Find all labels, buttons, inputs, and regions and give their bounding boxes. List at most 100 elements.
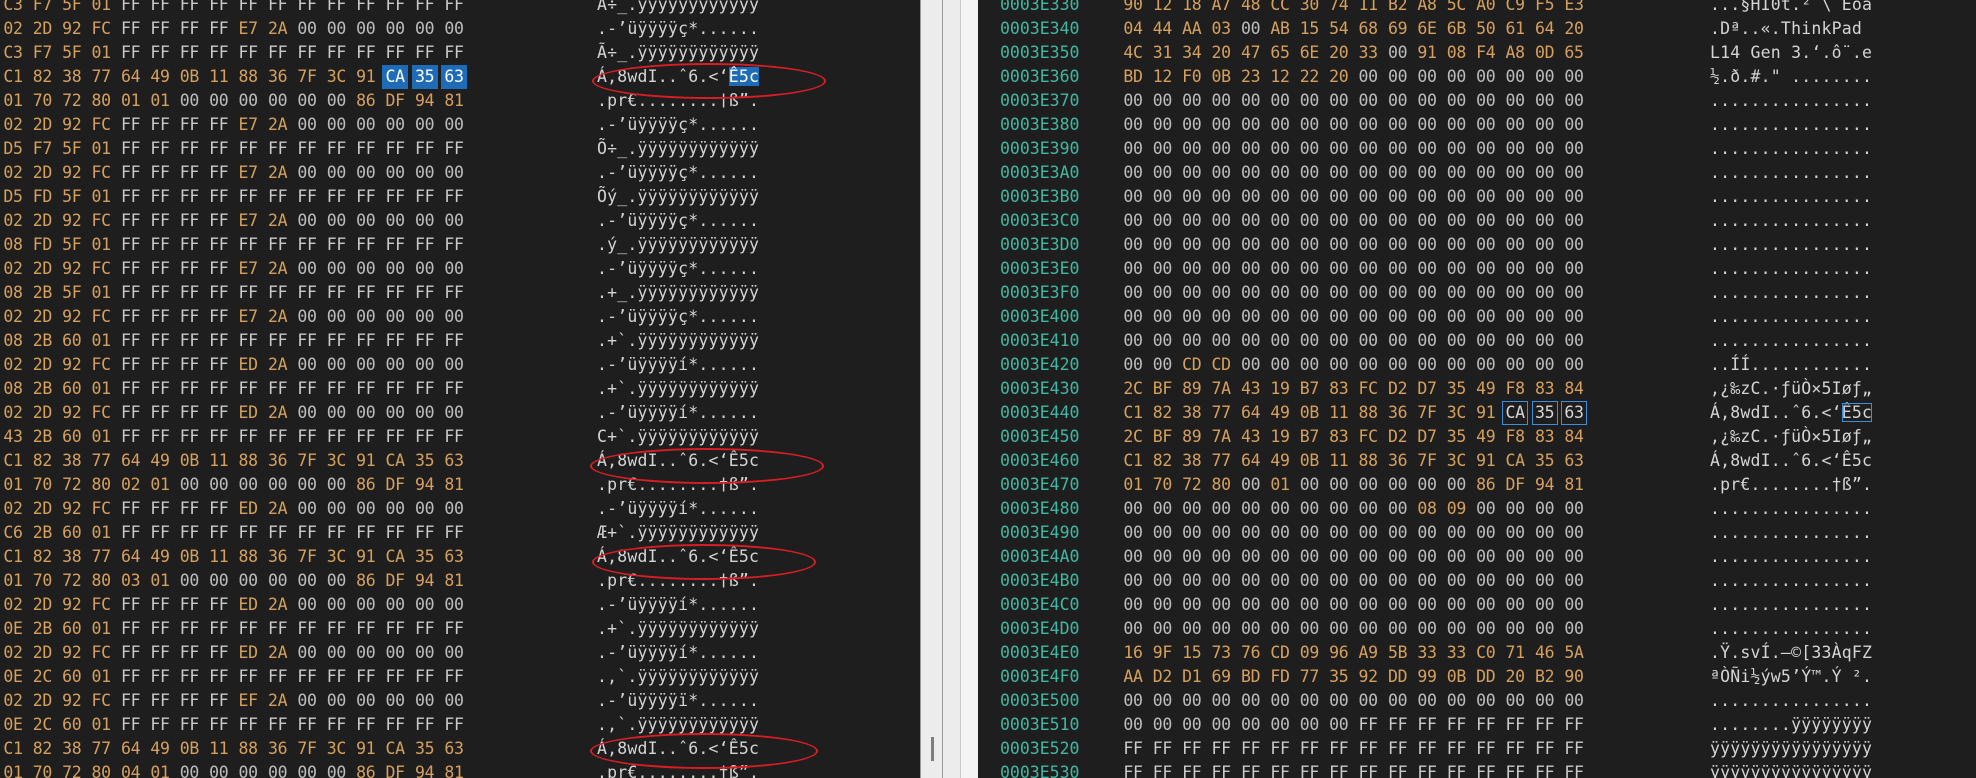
hex-byte[interactable]: 00 (353, 689, 379, 713)
hex-byte[interactable]: 00 (323, 689, 349, 713)
hex-byte[interactable]: 00 (412, 17, 438, 41)
hex-byte[interactable]: 36 (1385, 449, 1411, 473)
hex-byte[interactable]: FF (294, 185, 320, 209)
hex-byte[interactable]: FF (206, 353, 232, 377)
hex-byte[interactable]: FF (1326, 761, 1352, 778)
hex-byte[interactable]: 00 (441, 209, 467, 233)
hex-byte[interactable]: 02 (0, 17, 26, 41)
hex-byte[interactable]: FF (353, 0, 379, 17)
hex-byte[interactable]: 00 (1532, 593, 1558, 617)
ascii-text[interactable]: Á‚8wdI..ˆ6.<‘Ê5c (597, 737, 759, 761)
hex-byte[interactable]: FF (176, 641, 202, 665)
hex-byte[interactable]: 00 (1296, 305, 1322, 329)
hex-byte[interactable]: 00 (1443, 233, 1469, 257)
hex-byte[interactable]: DF (382, 761, 408, 778)
hex-byte[interactable]: FF (1443, 713, 1469, 737)
hex-byte[interactable]: 60 (59, 425, 85, 449)
hex-byte[interactable]: FF (206, 641, 232, 665)
hex-byte[interactable]: 94 (412, 89, 438, 113)
hex-byte[interactable]: FF (147, 377, 173, 401)
hex-byte[interactable]: 00 (323, 257, 349, 281)
hex-byte[interactable]: D7 (1414, 425, 1440, 449)
hex-byte[interactable]: FF (441, 233, 467, 257)
hex-byte[interactable]: FF (176, 497, 202, 521)
hex-byte[interactable]: 00 (1208, 569, 1234, 593)
hex-byte[interactable]: 00 (1208, 113, 1234, 137)
hex-byte[interactable]: 00 (1238, 569, 1264, 593)
hex-byte[interactable]: 00 (1296, 353, 1322, 377)
hex-byte[interactable]: 3C (1443, 449, 1469, 473)
hex-byte[interactable]: AA (1120, 665, 1146, 689)
hex-byte[interactable]: 86 (353, 569, 379, 593)
hex-byte[interactable]: 00 (1120, 329, 1146, 353)
hex-row[interactable]: 0003E450 2C BF 89 7A 43 19 B7 83 FC D2 D7 35 49 F8 83 84… (978, 425, 1976, 449)
ascii-text[interactable]: ................ (1710, 185, 1872, 209)
hex-byte[interactable]: FF (1473, 737, 1499, 761)
hex-row[interactable]: 02 2D 92 FC FF FF FF FF ED 2A 00 00 00 00 00 00 .-’üÿÿÿÿ… (0, 593, 920, 617)
ascii-text[interactable]: ................ (1710, 545, 1872, 569)
hex-byte[interactable]: FF (147, 17, 173, 41)
hex-byte[interactable]: 0E (0, 713, 26, 737)
hex-byte[interactable]: 68 (1355, 17, 1381, 41)
hex-byte[interactable]: 00 (382, 353, 408, 377)
hex-byte[interactable]: DF (382, 569, 408, 593)
hex-byte[interactable]: 01 (88, 41, 114, 65)
hex-byte[interactable]: FF (353, 521, 379, 545)
hex-byte[interactable]: FF (1355, 713, 1381, 737)
hex-byte[interactable]: 49 (1473, 425, 1499, 449)
hex-byte[interactable]: CA (382, 449, 408, 473)
hex-row[interactable]: 0003E4D0 00 00 00 00 00 00 00 00 00 00 00 00 00 00 00 00… (978, 617, 1976, 641)
hex-byte[interactable]: 00 (1179, 185, 1205, 209)
hex-byte[interactable]: FF (176, 521, 202, 545)
hex-byte[interactable]: 00 (1326, 569, 1352, 593)
hex-byte[interactable]: 0E (0, 665, 26, 689)
hex-byte[interactable]: 02 (0, 113, 26, 137)
hex-byte[interactable]: F7 (29, 0, 55, 17)
hex-byte[interactable]: 00 (1561, 281, 1587, 305)
hex-byte[interactable]: 09 (1443, 497, 1469, 521)
hex-byte[interactable]: FD (29, 233, 55, 257)
hex-byte[interactable]: 00 (1238, 89, 1264, 113)
hex-row[interactable]: 0003E4A0 00 00 00 00 00 00 00 00 00 00 00 00 00 00 00 00… (978, 545, 1976, 569)
hex-byte[interactable]: 70 (29, 569, 55, 593)
hex-byte[interactable]: 00 (1120, 161, 1146, 185)
hex-byte[interactable]: 01 (88, 281, 114, 305)
hex-byte[interactable]: 0B (176, 737, 202, 761)
hex-byte[interactable]: FF (353, 665, 379, 689)
hex-byte[interactable]: DD (1473, 665, 1499, 689)
hex-byte[interactable]: 00 (1179, 137, 1205, 161)
hex-byte[interactable]: BF (1149, 377, 1175, 401)
hex-byte[interactable]: 35 (412, 545, 438, 569)
hex-byte[interactable]: 2B (29, 377, 55, 401)
hex-byte[interactable]: FF (118, 689, 144, 713)
ascii-text[interactable]: ................ (1710, 161, 1872, 185)
hex-byte[interactable]: FF (176, 713, 202, 737)
hex-byte[interactable]: 0B (1296, 401, 1322, 425)
hex-byte[interactable]: 00 (1473, 497, 1499, 521)
hex-byte[interactable]: 64 (1532, 17, 1558, 41)
hex-row[interactable]: 02 2D 92 FC FF FF FF FF E7 2A 00 00 00 00 00 00 .-’üÿÿÿÿ… (0, 161, 920, 185)
hex-byte[interactable]: 00 (1414, 593, 1440, 617)
ascii-text[interactable]: Á‚8wdI..ˆ6.<‘Ê5c (1710, 449, 1872, 473)
hex-byte[interactable]: 00 (1502, 593, 1528, 617)
hex-byte[interactable]: 00 (1267, 545, 1293, 569)
hex-byte[interactable]: 00 (1208, 497, 1234, 521)
hex-byte[interactable]: 00 (1443, 689, 1469, 713)
hex-byte[interactable]: 00 (353, 401, 379, 425)
hex-byte[interactable]: 08 (0, 233, 26, 257)
hex-byte[interactable]: FF (147, 185, 173, 209)
hex-byte[interactable]: 84 (1561, 377, 1587, 401)
hex-byte[interactable]: FF (265, 617, 291, 641)
hex-byte[interactable]: D5 (0, 137, 26, 161)
hex-byte[interactable]: 00 (294, 89, 320, 113)
hex-byte[interactable]: 00 (1238, 689, 1264, 713)
hex-byte[interactable]: 00 (323, 209, 349, 233)
hex-row[interactable]: 08 2B 5F 01 FF FF FF FF FF FF FF FF FF FF FF FF .+_.ÿÿÿÿ… (0, 281, 920, 305)
hex-byte[interactable]: FF (412, 425, 438, 449)
hex-byte[interactable]: C3 (0, 0, 26, 17)
hex-byte[interactable]: 38 (59, 545, 85, 569)
hex-byte[interactable]: 00 (235, 761, 261, 778)
hex-byte[interactable]: 00 (1267, 233, 1293, 257)
hex-byte[interactable]: 00 (265, 761, 291, 778)
hex-byte[interactable]: C1 (0, 449, 26, 473)
